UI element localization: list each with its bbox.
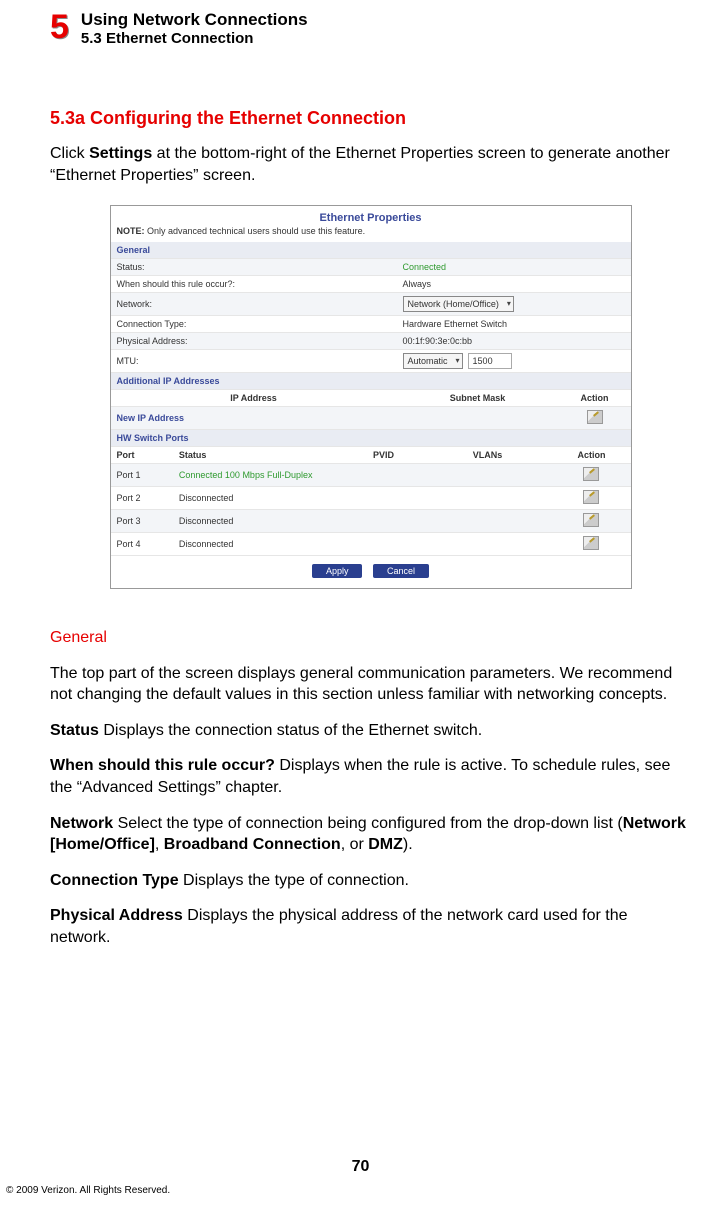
general-subheading: General [50,629,691,647]
mask-col-header: Subnet Mask [397,389,559,406]
general-section-header: General [111,242,631,259]
section-heading: 5.3a Configuring the Ethernet Connection [50,108,691,129]
def-conntype-term: Connection Type [50,872,179,889]
def-network-post: ). [403,836,413,853]
def-phys: Physical Address Displays the physical a… [50,905,691,948]
hw-switch-header: HW Switch Ports [111,429,631,446]
port-name: Port 3 [111,509,173,532]
network-select[interactable]: Network (Home/Office) [403,296,514,312]
edit-icon[interactable] [583,513,599,527]
def-network-mid2: , or [341,836,369,853]
network-label: Network: [111,292,397,315]
phys-value: 00:1f:90:3e:0c:bb [397,332,631,349]
chapter-number: 5 [50,10,69,44]
port-status: Disconnected [173,532,345,555]
port-row: Port 4 Disconnected [111,532,631,555]
new-ip-link[interactable]: New IP Address [111,406,397,429]
section-number-title: 5.3 Ethernet Connection [81,30,308,48]
rule-label: When should this rule occur?: [111,275,397,292]
def-status-term: Status [50,722,99,739]
figure-note-text: Only advanced technical users should use… [145,226,366,236]
def-network-pre: Select the type of connection being conf… [113,815,623,832]
def-network-mid1: , [155,836,164,853]
def-network-term: Network [50,815,113,832]
figure-title: Ethernet Properties [111,206,631,226]
edit-icon[interactable] [583,490,599,504]
chapter-title: Using Network Connections [81,10,308,30]
port-name: Port 2 [111,486,173,509]
phys-label: Physical Address: [111,332,397,349]
port-name: Port 1 [111,463,173,486]
port-status: Disconnected [173,509,345,532]
def-rule-term: When should this rule occur? [50,757,275,774]
mtu-mode-select[interactable]: Automatic [403,353,463,369]
edit-icon[interactable] [583,467,599,481]
figure-note: NOTE: Only advanced technical users shou… [111,226,631,242]
def-phys-term: Physical Address [50,907,183,924]
port-action-col-header: Action [552,447,630,464]
port-row: Port 2 Disconnected [111,486,631,509]
conntype-value: Hardware Ethernet Switch [397,315,631,332]
figure-note-label: NOTE: [117,226,145,236]
intro-text-pre: Click [50,145,89,162]
edit-icon[interactable] [583,536,599,550]
action-col-header: Action [559,389,631,406]
general-intro-paragraph: The top part of the screen displays gene… [50,663,691,706]
intro-paragraph: Click Settings at the bottom-right of th… [50,143,691,186]
port-status: Connected 100 Mbps Full-Duplex [179,470,313,480]
page-number: 70 [0,1158,721,1176]
page-header: 5 Using Network Connections 5.3 Ethernet… [50,10,691,48]
port-name: Port 4 [111,532,173,555]
mtu-label: MTU: [111,349,397,372]
def-rule: When should this rule occur? Displays wh… [50,755,691,798]
def-network: Network Select the type of connection be… [50,813,691,856]
ip-col-header: IP Address [111,389,397,406]
pvid-col-header: PVID [344,447,422,464]
conntype-label: Connection Type: [111,315,397,332]
status-label: Status: [111,258,397,275]
status-value: Connected [403,262,447,272]
ethernet-properties-figure: Ethernet Properties NOTE: Only advanced … [110,205,632,589]
rule-value: Always [397,275,631,292]
def-status: Status Displays the connection status of… [50,720,691,742]
intro-bold: Settings [89,145,152,162]
port-status: Disconnected [173,486,345,509]
def-network-b3: DMZ [368,836,403,853]
def-conntype-text: Displays the type of connection. [179,872,409,889]
port-row: Port 1 Connected 100 Mbps Full-Duplex [111,463,631,486]
mtu-value-input[interactable]: 1500 [468,353,512,369]
def-status-text: Displays the connection status of the Et… [99,722,482,739]
apply-button[interactable]: Apply [312,564,363,578]
port-col-header: Port [111,447,173,464]
port-row: Port 3 Disconnected [111,509,631,532]
cancel-button[interactable]: Cancel [373,564,429,578]
port-status-col-header: Status [173,447,345,464]
def-conntype: Connection Type Displays the type of con… [50,870,691,892]
edit-icon[interactable] [587,410,603,424]
copyright: © 2009 Verizon. All Rights Reserved. [6,1185,170,1196]
additional-ip-header: Additional IP Addresses [111,372,631,389]
vlans-col-header: VLANs [422,447,552,464]
def-network-b2: Broadband Connection [164,836,341,853]
